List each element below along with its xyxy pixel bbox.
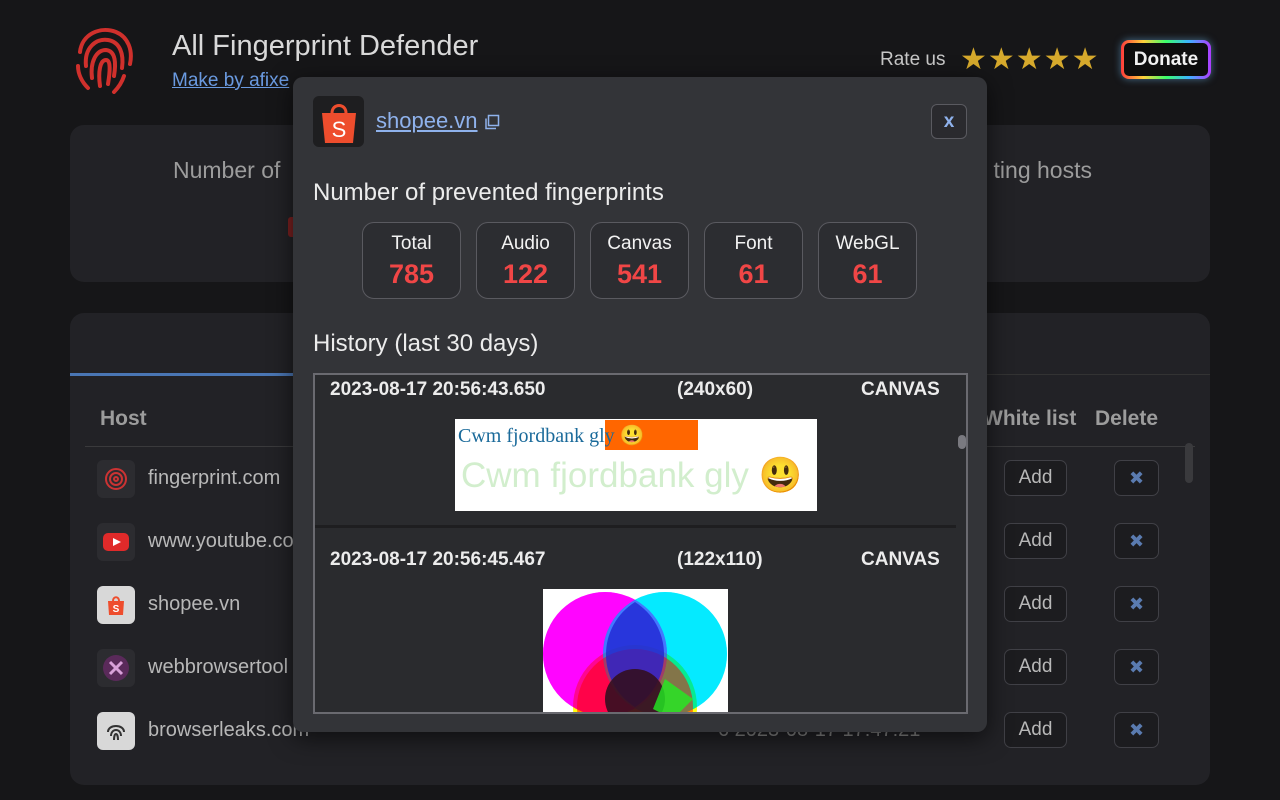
copy-icon[interactable] [484, 114, 500, 130]
add-whitelist-button[interactable]: Add [1004, 586, 1067, 622]
delete-icon[interactable]: ✖ [1114, 649, 1159, 685]
delete-icon[interactable]: ✖ [1114, 460, 1159, 496]
host-name[interactable]: webbrowsertool [148, 656, 288, 679]
add-whitelist-button[interactable]: Add [1004, 460, 1067, 496]
history-size: (240x60) [677, 379, 754, 400]
stat-value: 61 [738, 259, 769, 289]
host-name[interactable]: fingerprint.com [148, 467, 280, 490]
shopee-favicon-icon: S [97, 586, 135, 624]
stat-value: 122 [502, 259, 549, 289]
summary-left-label: Number of [173, 157, 281, 183]
stat-webgl: WebGL 61 [818, 222, 917, 299]
stat-label: WebGL [835, 233, 900, 254]
svg-text:S: S [331, 117, 346, 142]
delete-icon[interactable]: ✖ [1114, 712, 1159, 748]
host-column-header: Host [100, 407, 147, 430]
app-title: All Fingerprint Defender [172, 30, 479, 62]
history-size: (122x110) [677, 549, 763, 570]
shopee-bag-icon: S [313, 96, 364, 147]
history-time: 2023-08-17 20:56:45.467 [330, 549, 546, 570]
white-list-column-header: White list [983, 407, 1077, 430]
site-name: shopee.vn [376, 108, 478, 133]
history-type: CANVAS [861, 379, 940, 400]
canvas-fingerprint-preview: Cwm fjordbank gly 😃 Cwm fjordbank gly 😃 [455, 419, 817, 511]
stat-value: 785 [388, 259, 435, 289]
rating-stars[interactable]: ★★★★★ [960, 42, 1099, 77]
stat-canvas: Canvas 541 [590, 222, 689, 299]
host-name[interactable]: shopee.vn [148, 593, 240, 616]
host-name[interactable]: www.youtube.co [148, 530, 294, 553]
svg-text:S: S [113, 604, 120, 615]
history-list[interactable]: 2023-08-17 20:56:43.650 (240x60) CANVAS … [313, 373, 968, 714]
stat-label: Total [391, 233, 432, 254]
host-name[interactable]: browserleaks.com [148, 719, 309, 742]
close-icon[interactable]: x [931, 104, 967, 139]
youtube-favicon-icon [97, 523, 135, 561]
delete-icon[interactable]: ✖ [1114, 523, 1159, 559]
stat-value: 61 [852, 259, 883, 289]
history-title: History (last 30 days) [313, 330, 539, 357]
add-whitelist-button[interactable]: Add [1004, 649, 1067, 685]
webbrowsertools-favicon-icon [97, 649, 135, 687]
delete-icon[interactable]: ✖ [1114, 586, 1159, 622]
canvas-circles-preview [543, 589, 728, 712]
add-whitelist-button[interactable]: Add [1004, 523, 1067, 559]
stat-audio: Audio 122 [476, 222, 575, 299]
author-link[interactable]: Make by afixe [172, 70, 289, 92]
add-whitelist-button[interactable]: Add [1004, 712, 1067, 748]
site-link[interactable]: shopee.vn [376, 108, 500, 134]
summary-right-label: ting hosts [993, 157, 1092, 183]
fingerprint-logo-icon [70, 22, 138, 94]
canvas-text-small: Cwm fjordbank gly 😃 [458, 425, 645, 447]
donate-button[interactable]: Donate [1121, 40, 1211, 79]
canvas-text-large: Cwm fjordbank gly 😃 [461, 456, 803, 495]
stat-font: Font 61 [704, 222, 803, 299]
prevented-title: Number of prevented fingerprints [313, 179, 664, 206]
history-scrollbar[interactable] [958, 435, 966, 449]
history-time: 2023-08-17 20:56:43.650 [330, 379, 546, 400]
delete-column-header: Delete [1095, 407, 1159, 430]
stat-value: 541 [616, 259, 663, 289]
history-type: CANVAS [861, 549, 940, 570]
fingerprint-favicon-icon [97, 460, 135, 498]
site-details-modal: S shopee.vn x Number of prevented finger… [293, 77, 987, 732]
stat-label: Audio [501, 233, 550, 254]
stat-label: Font [734, 233, 773, 254]
stat-label: Canvas [607, 233, 672, 254]
rate-us-label: Rate us [880, 49, 946, 70]
active-tab-indicator [70, 373, 294, 376]
history-separator [315, 525, 956, 528]
stat-total: Total 785 [362, 222, 461, 299]
browserleaks-favicon-icon [97, 712, 135, 750]
